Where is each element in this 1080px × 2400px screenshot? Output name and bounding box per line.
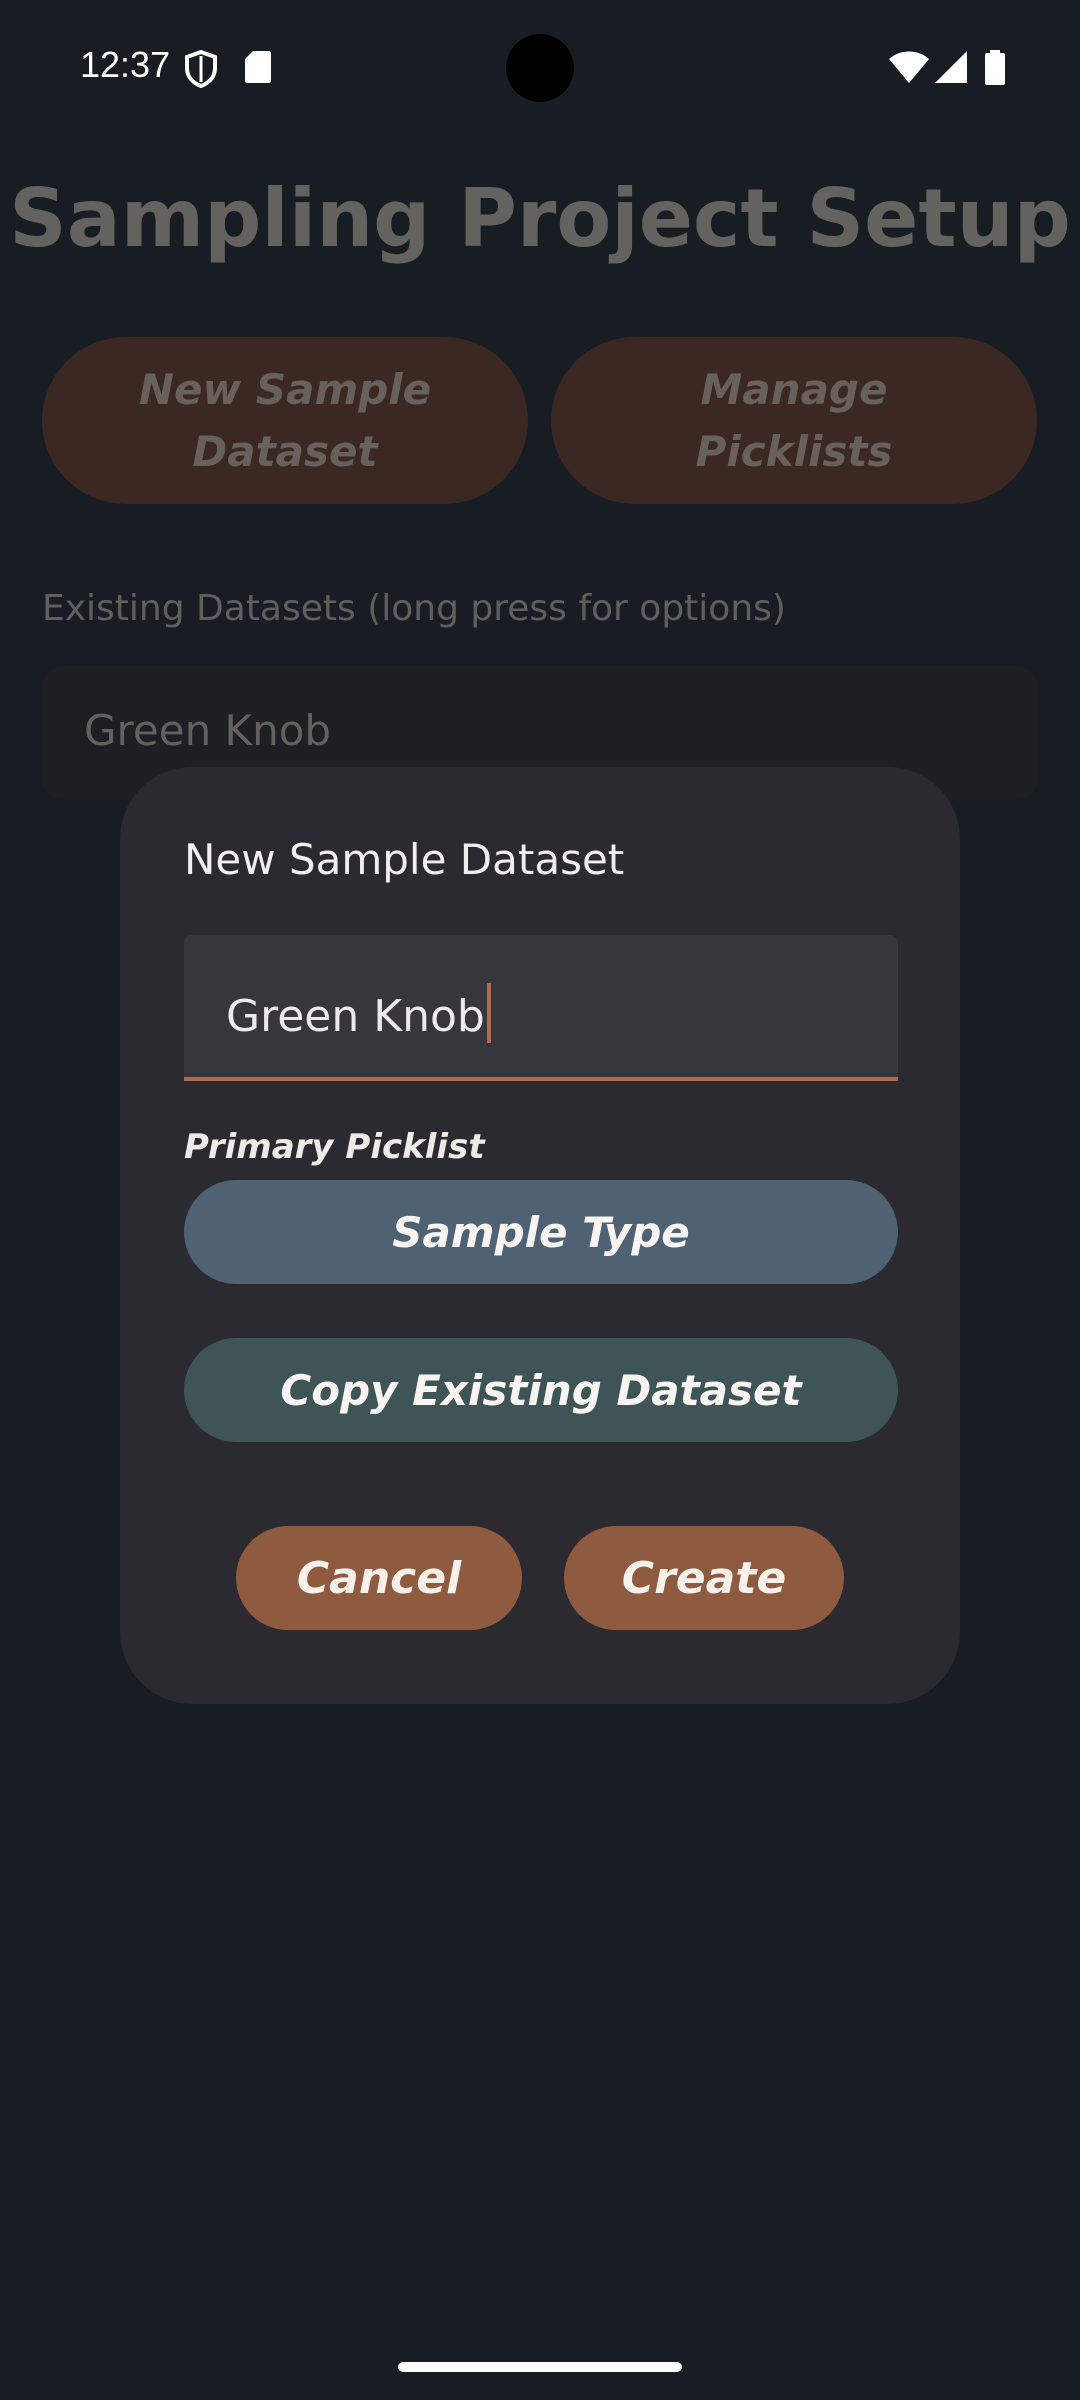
copy-existing-dataset-button[interactable]: Copy Existing Dataset	[184, 1338, 898, 1442]
existing-datasets-label: Existing Datasets (long press for option…	[42, 588, 786, 629]
status-time: 12:37	[80, 44, 171, 85]
primary-picklist-label: Primary Picklist	[184, 1127, 485, 1167]
create-button[interactable]: Create	[564, 1526, 844, 1630]
dataset-name-value: Green Knob	[226, 991, 485, 1042]
page-title: Sampling Project Setup	[9, 172, 1071, 265]
status-bar: 12:37	[0, 0, 1080, 136]
shield-icon	[185, 50, 217, 88]
text-cursor	[486, 983, 491, 1043]
sd-card-icon	[245, 51, 271, 83]
new-dataset-dialog: New Sample Dataset Green Knob Primary Pi…	[120, 767, 960, 1704]
dialog-title: New Sample Dataset	[184, 835, 625, 884]
manage-picklists-button[interactable]: Manage Picklists	[551, 337, 1037, 504]
sample-type-button[interactable]: Sample Type	[184, 1180, 898, 1284]
new-sample-dataset-button[interactable]: New Sample Dataset	[42, 337, 528, 504]
home-indicator[interactable]	[398, 2362, 682, 2372]
camera-cutout	[506, 34, 574, 102]
dataset-name-input[interactable]: Green Knob	[184, 935, 898, 1081]
cell-signal-icon	[935, 51, 967, 83]
battery-icon	[985, 50, 1005, 85]
cancel-button[interactable]: Cancel	[236, 1526, 522, 1630]
dataset-name: Green Knob	[84, 706, 332, 755]
wifi-icon	[889, 51, 929, 83]
